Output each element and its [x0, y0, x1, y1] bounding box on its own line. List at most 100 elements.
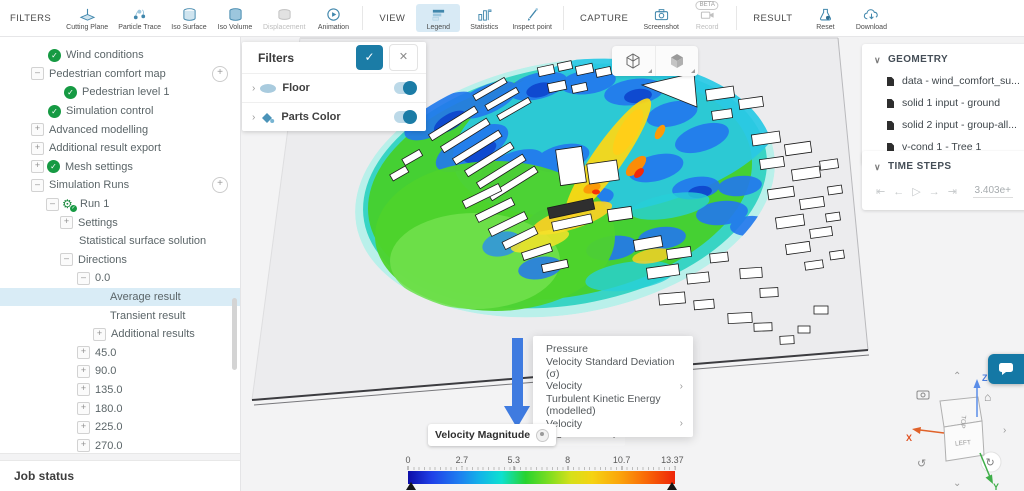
toolbar-separator: [563, 6, 564, 30]
reset-button[interactable]: Reset: [803, 4, 847, 32]
tree-item-simulation-runs[interactable]: Simulation Runs: [0, 176, 240, 195]
solid-view-button[interactable]: [655, 46, 699, 76]
previous-step-icon[interactable]: ←: [893, 186, 904, 198]
legend-minor-ticks: [408, 467, 675, 470]
camera-icon[interactable]: [917, 391, 929, 399]
menu-item-velocity-2[interactable]: Velocity: [533, 414, 693, 433]
rotate-ccw-icon[interactable]: ↺: [917, 458, 926, 470]
geometry-item[interactable]: data - wind_comfort_su...: [874, 75, 1024, 87]
iso-surface-icon: [181, 7, 198, 22]
annotation-arrow: [512, 338, 523, 408]
play-icon[interactable]: ▷: [912, 185, 920, 198]
expand-icon[interactable]: [31, 142, 44, 155]
collapse-icon[interactable]: [46, 198, 59, 211]
tree-item-direction-0[interactable]: 0.0: [0, 269, 240, 288]
legend-color-bar[interactable]: [408, 471, 675, 484]
tree-item-pedestrian-level-1[interactable]: Pedestrian level 1: [0, 83, 240, 102]
chevron-down-icon: [874, 164, 881, 170]
iso-volume-button[interactable]: Iso Volume: [213, 4, 257, 32]
apply-filters-button[interactable]: [356, 45, 383, 70]
submenu-chevron-icon: [680, 418, 683, 429]
geometry-item[interactable]: solid 2 input - group-all...: [874, 119, 1024, 131]
expand-icon[interactable]: [77, 439, 90, 452]
floor-toggle[interactable]: [394, 82, 416, 94]
tree-item-wind-conditions[interactable]: Wind conditions: [0, 46, 240, 65]
expand-icon[interactable]: [77, 365, 90, 378]
geometry-item[interactable]: solid 1 input - ground: [874, 97, 1024, 109]
tree-item-directions[interactable]: Directions: [0, 251, 240, 270]
collapse-icon[interactable]: [77, 272, 90, 285]
sidebar-scrollbar[interactable]: [232, 298, 237, 370]
legend-range-handle-max[interactable]: [667, 482, 677, 490]
expand-icon[interactable]: [31, 160, 44, 173]
tree-item-average-result[interactable]: Average result: [0, 288, 240, 307]
collapse-icon[interactable]: [31, 179, 44, 192]
chevron-right-icon[interactable]: [252, 112, 255, 123]
screenshot-button[interactable]: Screenshot: [639, 4, 683, 32]
rotate-down-chevron-icon[interactable]: ⌄: [953, 478, 961, 489]
tree-item-run-1[interactable]: Run 1: [0, 195, 240, 214]
add-button[interactable]: [212, 177, 228, 193]
close-filters-button[interactable]: [389, 44, 418, 71]
expand-icon[interactable]: [77, 421, 90, 434]
skip-to-end-icon[interactable]: ⇥: [948, 185, 957, 198]
tree-item-simulation-control[interactable]: Simulation control: [0, 102, 240, 121]
expand-icon[interactable]: [77, 383, 90, 396]
rotate-right-chevron-icon[interactable]: ›: [1003, 425, 1006, 436]
tree-item-direction-45[interactable]: 45.0: [0, 344, 240, 363]
time-steps-header[interactable]: TIME STEPS: [874, 161, 1024, 172]
tree-item-statistical-surface-solution[interactable]: Statistical surface solution: [0, 232, 240, 251]
expand-icon[interactable]: [77, 346, 90, 359]
tree-item-mesh-settings[interactable]: Mesh settings: [0, 158, 240, 177]
expand-icon[interactable]: [60, 216, 73, 229]
download-button[interactable]: Download: [849, 4, 893, 32]
iso-surface-button[interactable]: Iso Surface: [167, 4, 211, 32]
skip-to-start-icon[interactable]: ⇤: [876, 185, 885, 198]
chevron-right-icon[interactable]: [252, 83, 255, 94]
tree-item-direction-135[interactable]: 135.0: [0, 381, 240, 400]
statistics-button[interactable]: Statistics: [462, 4, 506, 32]
tree-item-direction-90[interactable]: 90.0: [0, 362, 240, 381]
filter-row-parts-color[interactable]: Parts Color: [242, 102, 426, 131]
menu-item-velocity-std-dev[interactable]: Velocity Standard Deviation (σ): [533, 359, 693, 378]
collapse-icon[interactable]: [31, 67, 44, 80]
y-axis-label: Y: [993, 482, 999, 491]
tree-item-pedestrian-comfort-map[interactable]: Pedestrian comfort map: [0, 65, 240, 84]
support-chat-button[interactable]: [988, 354, 1024, 384]
parts-color-toggle[interactable]: [394, 111, 416, 123]
displacement-button[interactable]: Displacement: [259, 4, 309, 32]
add-button[interactable]: [212, 66, 228, 82]
time-step-value[interactable]: 3.403e+: [973, 185, 1013, 198]
tree-item-settings[interactable]: Settings: [0, 213, 240, 232]
animation-button[interactable]: Animation: [311, 4, 355, 32]
tree-item-advanced-modelling[interactable]: Advanced modelling: [0, 120, 240, 139]
collapse-icon[interactable]: [60, 253, 73, 266]
next-step-icon[interactable]: →: [929, 186, 940, 198]
home-view-icon[interactable]: ⌂: [984, 390, 991, 404]
cutting-plane-button[interactable]: Cutting Plane: [62, 4, 112, 32]
record-button[interactable]: BETA Record: [685, 4, 729, 32]
inspect-point-button[interactable]: Inspect point: [508, 4, 556, 32]
expand-icon[interactable]: [31, 123, 44, 136]
field-selector-button[interactable]: Velocity Magnitude: [428, 424, 556, 446]
cutting-plane-icon: [79, 7, 96, 22]
geometry-panel-header[interactable]: GEOMETRY: [874, 54, 1024, 65]
tree-item-additional-result-export[interactable]: Additional result export: [0, 139, 240, 158]
info-icon[interactable]: [536, 429, 549, 442]
job-status-bar[interactable]: Job status: [0, 461, 240, 491]
tree-item-transient-result[interactable]: Transient result: [0, 306, 240, 325]
rotate-up-chevron-icon[interactable]: ⌃: [953, 371, 961, 382]
expand-icon[interactable]: [93, 328, 106, 341]
tree-item-additional-results[interactable]: Additional results: [0, 325, 240, 344]
expand-icon[interactable]: [77, 402, 90, 415]
wireframe-view-button[interactable]: [612, 46, 655, 76]
particle-trace-button[interactable]: Particle Trace: [114, 4, 165, 32]
tree-item-direction-225[interactable]: 225.0: [0, 418, 240, 437]
view-group-label: VIEW: [379, 13, 405, 24]
menu-item-turbulent-kinetic-energy[interactable]: Turbulent Kinetic Energy (modelled): [533, 396, 693, 415]
legend-range-handle-min[interactable]: [406, 482, 416, 490]
tree-item-direction-180[interactable]: 180.0: [0, 399, 240, 418]
legend-button[interactable]: Legend: [416, 4, 460, 32]
filter-row-floor[interactable]: Floor: [242, 73, 426, 102]
cube-top-label: TOP: [959, 415, 967, 429]
